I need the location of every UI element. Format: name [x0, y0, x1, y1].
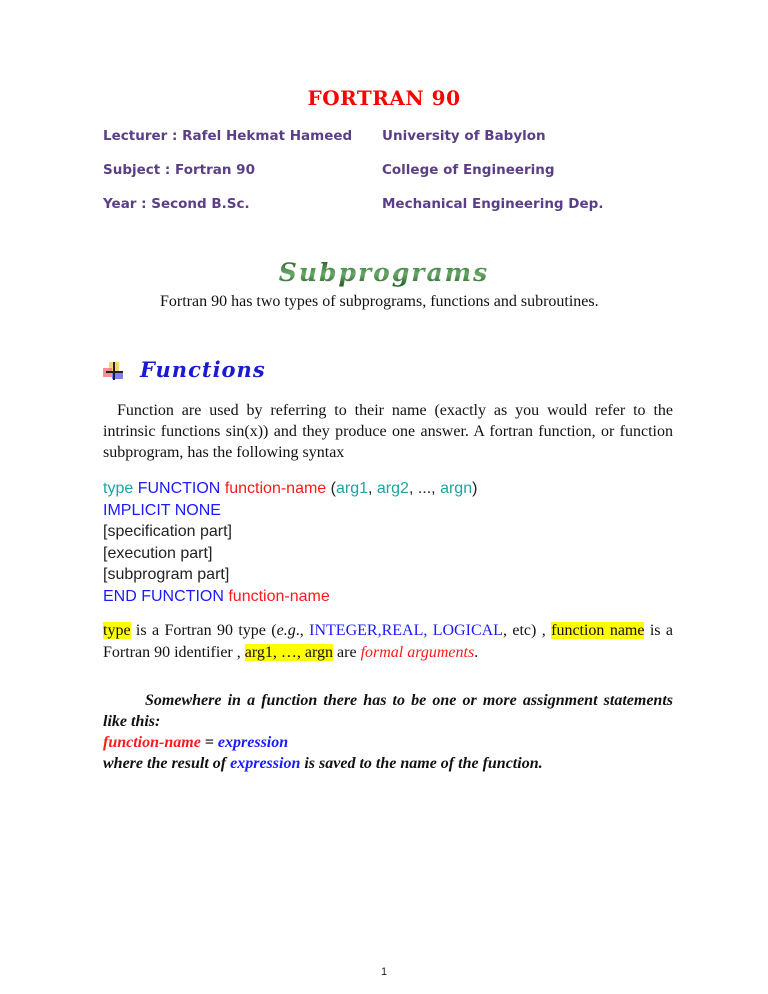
syntax-subprogram-part: [subprogram part] — [103, 566, 230, 583]
syntax-sep: , ..., — [408, 480, 441, 497]
syntax-sep: , — [368, 480, 377, 497]
text: . — [474, 644, 479, 661]
assign-function-name: function-name — [103, 734, 201, 751]
syntax-keyword: FUNCTION — [137, 480, 221, 497]
year-label: Year : Second B.Sc. — [103, 196, 250, 212]
syntax-open-paren: ( — [326, 480, 336, 497]
text: is saved to the name of the function. — [300, 755, 543, 772]
text: where the result of — [103, 755, 231, 772]
syntax-type: type — [103, 480, 134, 497]
section-title: Subprograms — [0, 258, 768, 287]
highlight-function-name: function name — [551, 622, 645, 639]
syntax-line-end: END FUNCTION function-name — [103, 586, 477, 608]
syntax-implicit-none: IMPLICIT NONE — [103, 501, 221, 519]
expression-term: expression — [230, 755, 301, 772]
assign-equals: = — [200, 734, 218, 751]
formal-arguments-term: formal arguments — [360, 644, 475, 661]
syntax-end-keyword: END FUNCTION — [103, 587, 224, 605]
text-italic: e.g — [276, 622, 296, 639]
highlight-args: arg1, …, argn — [244, 644, 334, 661]
syntax-block: type FUNCTION function-name (arg1, arg2,… — [103, 478, 477, 607]
syntax-execution-part: [execution part] — [103, 544, 213, 562]
functions-paragraph: Function are used by referring to their … — [103, 402, 673, 461]
highlight-type: type — [103, 622, 131, 639]
text: is a Fortran 90 type ( — [130, 622, 277, 639]
lecturer-label: Lecturer : Rafel Hekmat Hameed — [103, 128, 353, 144]
college-label: College of Engineering — [382, 162, 555, 178]
syntax-arg1: arg1 — [335, 480, 369, 497]
functions-heading: Functions — [140, 357, 266, 382]
assignment-explanation: where the result of expression is saved … — [103, 753, 673, 774]
text: , etc) , — [502, 622, 552, 639]
plus-bullet-icon — [103, 362, 125, 382]
assignment-statement: function-name = expression — [103, 732, 673, 753]
university-label: University of Babylon — [382, 128, 546, 144]
page-number: 1 — [380, 966, 388, 978]
assignment-note: Somewhere in a function there has to be … — [103, 692, 673, 730]
assign-expression: expression — [217, 734, 289, 751]
department-label: Mechanical Engineering Dep. — [382, 196, 604, 212]
subject-label: Subject : Fortran 90 — [103, 162, 255, 178]
document-title: FORTRAN 90 — [307, 86, 461, 110]
text: ., — [295, 622, 310, 639]
syntax-argn: argn — [440, 480, 473, 497]
type-list: INTEGER,REAL, LOGICAL — [309, 622, 503, 639]
text: are — [333, 644, 361, 661]
syntax-close-paren: ) — [472, 480, 478, 497]
syntax-function-name: function-name — [224, 480, 327, 497]
syntax-end-name: function-name — [228, 587, 330, 605]
syntax-specification-part: [specification part] — [103, 523, 232, 540]
syntax-line-header: type FUNCTION function-name (arg1, arg2,… — [103, 478, 477, 500]
type-description: type is a Fortran 90 type (e.g., INTEGER… — [103, 620, 673, 664]
syntax-arg2: arg2 — [376, 480, 409, 497]
intro-text: Fortran 90 has two types of subprograms,… — [160, 293, 599, 310]
